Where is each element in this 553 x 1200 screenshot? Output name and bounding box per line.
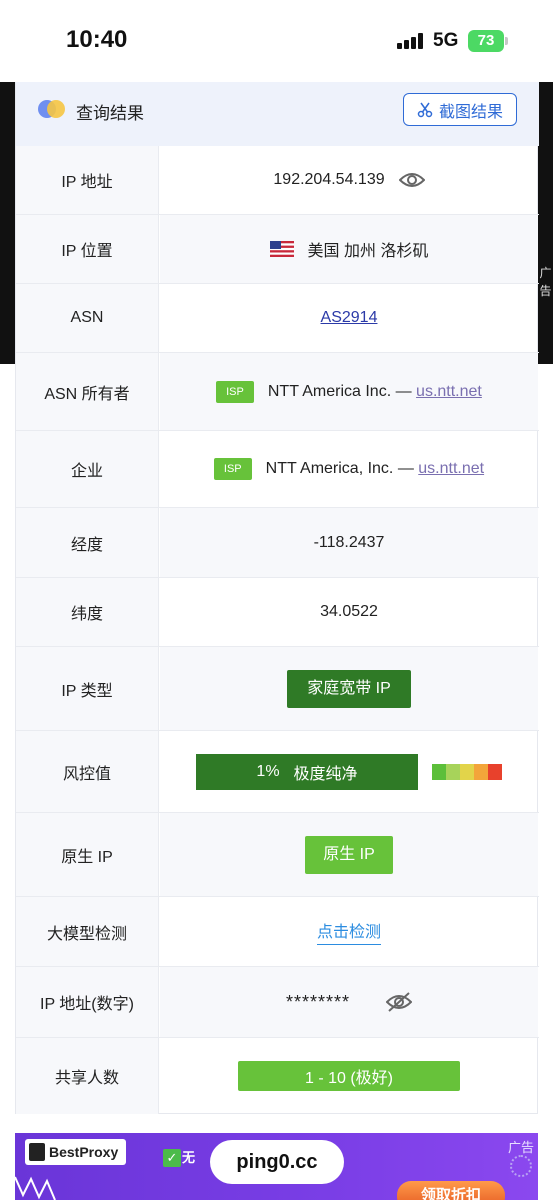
risk-scale-segment bbox=[432, 763, 446, 780]
risk-scale-segment bbox=[460, 763, 474, 780]
ad-logo: BestProxy bbox=[25, 1139, 127, 1165]
ad-domain-pill: ping0.cc bbox=[210, 1140, 344, 1184]
latitude-value: 34.0522 bbox=[320, 603, 378, 620]
table-row-latitude: 纬度 34.0522 bbox=[16, 578, 539, 647]
shared-users-badge: 1 - 10 (极好) bbox=[238, 1061, 460, 1091]
row-label: ASN 所有者 bbox=[16, 353, 159, 430]
risk-scale bbox=[432, 763, 502, 780]
row-label: IP 地址 bbox=[16, 146, 159, 214]
ad-brand: BestProxy bbox=[49, 1144, 119, 1160]
ip-numeric-masked: ******** bbox=[285, 991, 351, 1012]
table-row-asn-owner: ASN 所有者 ISP NTT America Inc. — us.ntt.ne… bbox=[16, 353, 539, 431]
row-label: ASN bbox=[16, 284, 159, 352]
table-row-risk: 风控值 1% 极度纯净 bbox=[16, 731, 539, 813]
risk-percent: 1% bbox=[256, 762, 280, 780]
ip-location-value: 美国 加州 洛杉矶 bbox=[307, 243, 429, 260]
table-row-ip-address: IP 地址 192.204.54.139 bbox=[16, 146, 539, 215]
ad-cta-button[interactable]: 领取折扣 bbox=[397, 1181, 505, 1200]
zigzag-decoration bbox=[15, 1176, 56, 1200]
table-row-native-ip: 原生 IP 原生 IP bbox=[16, 813, 539, 897]
native-ip-badge: 原生 IP bbox=[305, 835, 393, 874]
network-type: 5G bbox=[433, 30, 459, 51]
row-label: 大模型检测 bbox=[16, 897, 159, 966]
risk-score-bar: 1% 极度纯净 bbox=[196, 753, 418, 790]
background-strip-right bbox=[538, 82, 553, 364]
detect-link[interactable]: 点击检测 bbox=[316, 918, 381, 945]
bestproxy-logo-icon bbox=[29, 1143, 45, 1161]
longitude-value: -118.2437 bbox=[313, 533, 385, 551]
scissors-icon bbox=[417, 102, 433, 117]
row-label: 纬度 bbox=[16, 578, 159, 646]
table-row-asn: ASN AS2914 bbox=[16, 284, 539, 353]
ad-banner[interactable]: BestProxy ✓ 无 ping0.cc 广告 领取折扣 bbox=[15, 1133, 538, 1200]
ip-address-value: 192.204.54.139 bbox=[273, 171, 385, 188]
risk-scale-segment bbox=[474, 763, 488, 780]
risk-scale-segment bbox=[446, 763, 460, 780]
card-title: 查询结果 bbox=[76, 104, 144, 123]
enterprise-name: NTT America, Inc. — bbox=[265, 460, 419, 477]
ad-label: 广告 bbox=[508, 1140, 535, 1155]
table-row-enterprise: 企业 ISP NTT America, Inc. — us.ntt.net bbox=[16, 431, 539, 508]
risk-scale-segment bbox=[488, 763, 502, 780]
row-label: IP 位置 bbox=[16, 215, 159, 283]
side-ad-label: 广告 bbox=[539, 266, 552, 298]
asn-link[interactable]: AS2914 bbox=[321, 309, 378, 327]
dotted-circle-icon bbox=[510, 1155, 532, 1177]
table-row-ip-numeric: IP 地址(数字) ******** bbox=[16, 967, 539, 1038]
row-label: 风控值 bbox=[16, 731, 159, 812]
ip-type-badge: 家庭宽带 IP bbox=[287, 669, 411, 708]
result-logo-icon bbox=[38, 100, 68, 118]
battery-tip bbox=[505, 37, 508, 45]
status-bar: 10:40 5G 73 bbox=[0, 0, 553, 82]
isp-badge: ISP bbox=[213, 458, 252, 480]
table-row-llm-detect: 大模型检测 点击检测 bbox=[16, 897, 539, 967]
row-label: 企业 bbox=[16, 431, 159, 507]
status-time: 10:40 bbox=[66, 26, 128, 53]
enterprise-link[interactable]: us.ntt.net bbox=[418, 460, 484, 478]
row-label: 原生 IP bbox=[16, 813, 159, 896]
screenshot-button[interactable]: 截图结果 bbox=[403, 93, 517, 126]
background-strip-left bbox=[0, 82, 15, 364]
isp-badge: ISP bbox=[216, 380, 254, 403]
row-label: IP 地址(数字) bbox=[16, 967, 159, 1037]
table-row-longitude: 经度 -118.2437 bbox=[16, 508, 539, 578]
check-icon: ✓ bbox=[163, 1149, 181, 1167]
eye-off-icon[interactable] bbox=[386, 991, 413, 1013]
asn-owner-link[interactable]: us.ntt.net bbox=[416, 383, 482, 401]
table-row-ip-type: IP 类型 家庭宽带 IP bbox=[16, 647, 539, 731]
asn-owner-name: NTT America Inc. — bbox=[267, 382, 417, 400]
signal-icon bbox=[397, 33, 425, 49]
row-label: 共享人数 bbox=[16, 1038, 159, 1114]
screenshot-button-label: 截图结果 bbox=[438, 103, 503, 121]
result-card: 查询结果 截图结果 IP 地址 192.204.54.139 IP 位置 美国 … bbox=[15, 82, 539, 1114]
table-row-shared-users: 共享人数 1 - 10 (极好) bbox=[16, 1038, 539, 1114]
table-row-ip-location: IP 位置 美国 加州 洛杉矶 bbox=[16, 215, 539, 284]
row-label: IP 类型 bbox=[16, 647, 159, 730]
ad-check-text: 无 bbox=[182, 1150, 196, 1165]
battery-icon: 73 bbox=[468, 30, 504, 52]
eye-icon[interactable] bbox=[398, 171, 425, 189]
us-flag-icon bbox=[269, 241, 294, 257]
risk-text: 极度纯净 bbox=[293, 765, 358, 783]
card-header: 查询结果 截图结果 bbox=[16, 82, 539, 146]
row-label: 经度 bbox=[16, 508, 159, 577]
